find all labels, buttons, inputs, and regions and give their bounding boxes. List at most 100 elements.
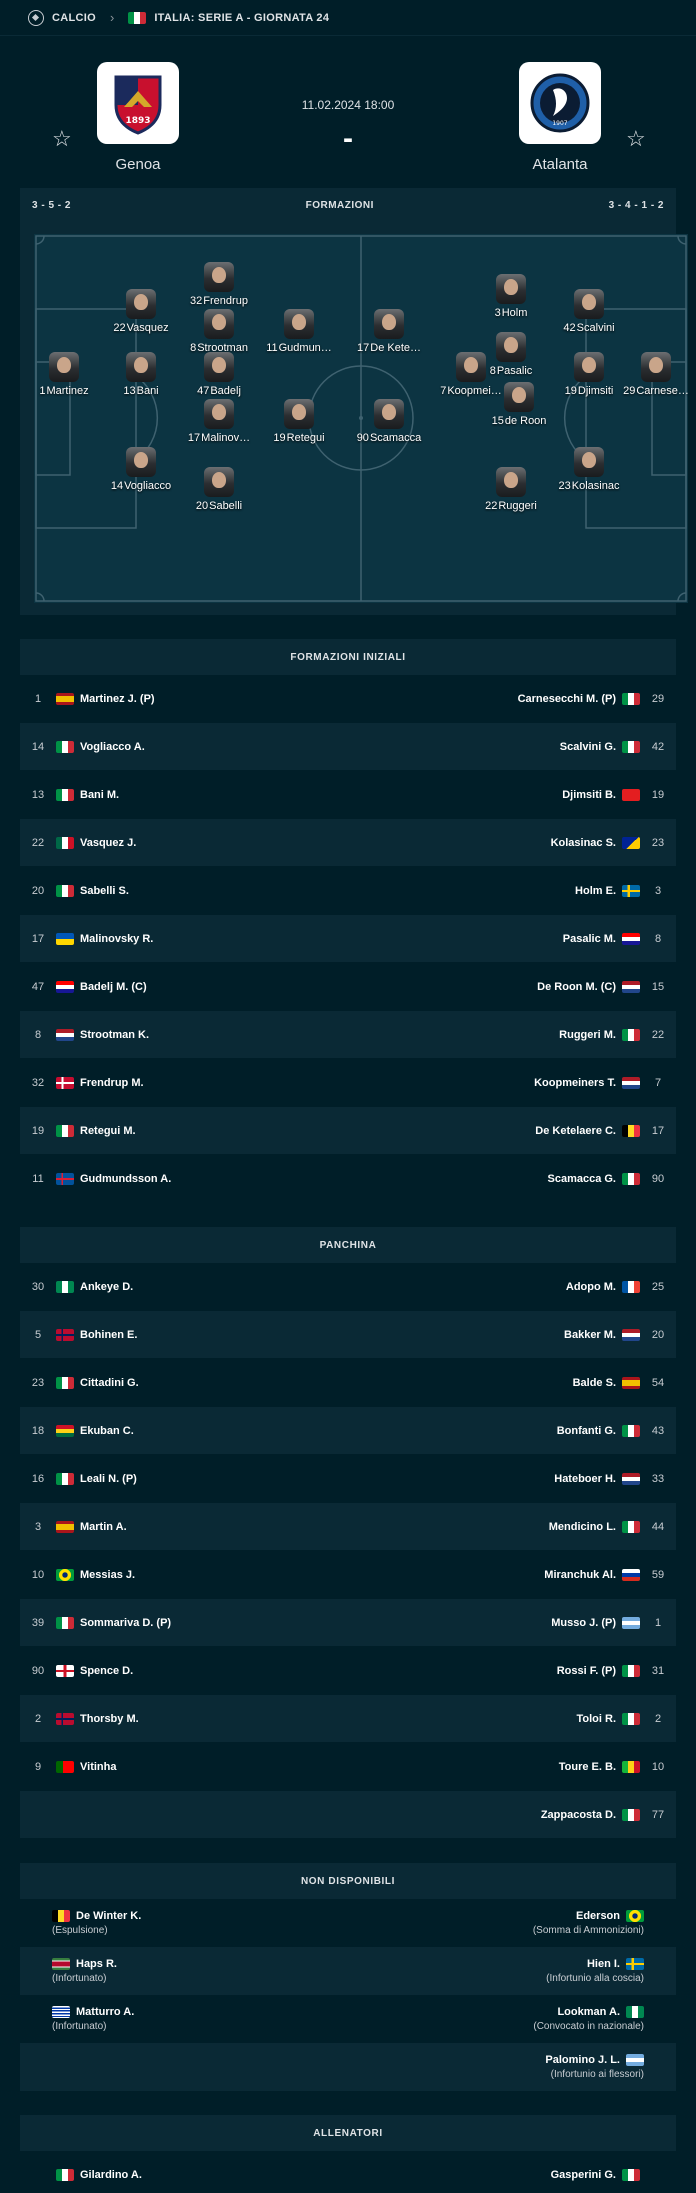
home-player-name[interactable]: Bani M. xyxy=(80,789,119,801)
away-player-name[interactable]: Bonfanti G. xyxy=(557,1425,616,1437)
home-player-name[interactable]: Badelj M. (C) xyxy=(80,981,147,993)
home-player: Vitinha xyxy=(56,1760,348,1773)
home-player-name[interactable]: Gudmundsson A. xyxy=(80,1173,171,1185)
home-player-name[interactable]: Vasquez J. xyxy=(80,837,136,849)
home-unavailable-player[interactable]: De Winter K. xyxy=(52,1910,348,1922)
away-player-name[interactable]: Pasalic M. xyxy=(563,933,616,945)
home-player: Retegui M. xyxy=(56,1124,348,1137)
away-unavailable-name[interactable]: Ederson xyxy=(576,1910,620,1922)
home-player-name[interactable]: Ekuban C. xyxy=(80,1425,134,1437)
home-unavailable-player[interactable]: Haps R. xyxy=(52,1958,348,1970)
away-player-name[interactable]: Zappacosta D. xyxy=(541,1809,616,1821)
player-photo xyxy=(574,352,604,382)
away-unavailable-player[interactable]: Hien I. xyxy=(348,1958,644,1970)
away-team[interactable]: 1907 Atalanta xyxy=(500,62,620,173)
away-unavailable-name[interactable]: Hien I. xyxy=(587,1958,620,1970)
home-unavailable-player[interactable]: Matturro A. xyxy=(52,2006,348,2018)
away-unavailable-player[interactable]: Ederson xyxy=(348,1910,644,1922)
home-player-name[interactable]: Sabelli S. xyxy=(80,885,129,897)
home-player-name[interactable]: Bohinen E. xyxy=(80,1329,137,1341)
away-player-name[interactable]: Kolasinac S. xyxy=(551,837,616,849)
away-player-name[interactable]: Toloi R. xyxy=(576,1713,616,1725)
away-player-name[interactable]: Miranchuk Al. xyxy=(544,1569,616,1581)
home-player-name[interactable]: Martin A. xyxy=(80,1521,127,1533)
away-player-name[interactable]: De Ketelaere C. xyxy=(535,1125,616,1137)
pitch-player-away[interactable]: 29Carnese… xyxy=(601,352,696,397)
home-coach[interactable]: Gilardino A. xyxy=(80,2169,142,2181)
pitch-player-away[interactable]: 15de Roon xyxy=(464,382,574,427)
player-photo xyxy=(496,467,526,497)
pitch-player-name: Scamacca xyxy=(369,432,422,444)
home-player-name[interactable]: Cittadini G. xyxy=(80,1377,139,1389)
bench-list: 30 Ankeye D. Adopo M. 25 5 Bohinen E. Bakker M… xyxy=(0,1263,696,1839)
away-unavailable-name[interactable]: Lookman A. xyxy=(557,2006,620,2018)
away-player-name[interactable]: Scalvini G. xyxy=(560,741,616,753)
away-player-name[interactable]: Musso J. (P) xyxy=(551,1617,616,1629)
away-player-name[interactable]: Rossi F. (P) xyxy=(557,1665,616,1677)
away-player-name[interactable]: Scamacca G. xyxy=(548,1173,617,1185)
home-player-name[interactable]: Sommariva D. (P) xyxy=(80,1617,171,1629)
home-player-name[interactable]: Vogliacco A. xyxy=(80,741,145,753)
away-player-name[interactable]: Adopo M. xyxy=(566,1281,616,1293)
away-player-number: 8 xyxy=(654,932,662,945)
home-unavailable-reason: (Infortunato) xyxy=(52,2021,107,2032)
home-player-name[interactable]: Leali N. (P) xyxy=(80,1473,137,1485)
home-player-name[interactable]: Thorsby M. xyxy=(80,1713,139,1725)
it-flag-icon xyxy=(56,1124,74,1137)
pitch-player-away[interactable]: 90Scamacca xyxy=(334,399,444,444)
es-flag-icon xyxy=(56,1520,74,1533)
home-player-name[interactable]: Messias J. xyxy=(80,1569,135,1581)
away-player-name[interactable]: Balde S. xyxy=(573,1377,616,1389)
away-player-name[interactable]: Hateboer H. xyxy=(554,1473,616,1485)
home-unavailable-name[interactable]: Matturro A. xyxy=(76,2006,134,2018)
away-player-name[interactable]: Djimsiti B. xyxy=(562,789,616,801)
away-player-name[interactable]: Holm E. xyxy=(575,885,616,897)
away-player: Koopmeiners T. xyxy=(348,1076,640,1089)
home-player-number: 5 xyxy=(34,1328,42,1341)
away-player: Holm E. xyxy=(348,884,640,897)
away-unavailable-reason: (Infortunio alla coscia) xyxy=(546,1973,644,1984)
away-player-name[interactable]: Carnesecchi M. (P) xyxy=(518,693,616,705)
pitch-player-name: Bani xyxy=(136,385,159,397)
away-player-name[interactable]: Bakker M. xyxy=(564,1329,616,1341)
pitch-player-away[interactable]: 42Scalvini xyxy=(534,289,644,334)
away-unavailable-name[interactable]: Palomino J. L. xyxy=(545,2054,620,2066)
pitch-player-away[interactable]: 17De Kete… xyxy=(334,309,444,354)
home-player-name[interactable]: Retegui M. xyxy=(80,1125,136,1137)
home-player-name[interactable]: Spence D. xyxy=(80,1665,133,1677)
pitch-player-away[interactable]: 22Ruggeri xyxy=(456,467,566,512)
home-team[interactable]: 1893 Genoa xyxy=(78,62,198,173)
home-player-name[interactable]: Ankeye D. xyxy=(80,1281,133,1293)
breadcrumb-sport[interactable]: CALCIO xyxy=(52,12,96,24)
pitch-player-home[interactable]: 20Sabelli xyxy=(164,467,274,512)
home-unavailable-name[interactable]: De Winter K. xyxy=(76,1910,141,1922)
home-player-name[interactable]: Malinovsky R. xyxy=(80,933,153,945)
away-player-name[interactable]: Toure E. B. xyxy=(559,1761,616,1773)
ua-flag-icon xyxy=(56,932,74,945)
favorite-away-star-icon[interactable]: ☆ xyxy=(626,126,646,152)
away-player-name[interactable]: De Roon M. (C) xyxy=(537,981,616,993)
pitch-player-name: Sabelli xyxy=(209,500,243,512)
player-photo xyxy=(284,399,314,429)
home-player-number: 3 xyxy=(34,1520,42,1533)
away-unavailable-player[interactable]: Palomino J. L. xyxy=(348,2054,644,2066)
player-photo xyxy=(204,399,234,429)
home-player-name[interactable]: Strootman K. xyxy=(80,1029,149,1041)
away-player-number: 90 xyxy=(651,1172,665,1185)
pitch-player-number: 22 xyxy=(113,322,126,334)
home-unavailable-name[interactable]: Haps R. xyxy=(76,1958,117,1970)
breadcrumb-competition[interactable]: ITALIA: SERIE A - GIORNATA 24 xyxy=(154,12,329,24)
away-player-name[interactable]: Koopmeiners T. xyxy=(534,1077,616,1089)
home-player-name[interactable]: Martinez J. (P) xyxy=(80,693,155,705)
away-unavailable-player[interactable]: Lookman A. xyxy=(348,2006,644,2018)
home-player-name[interactable]: Vitinha xyxy=(80,1761,116,1773)
away-player-name[interactable]: Ruggeri M. xyxy=(559,1029,616,1041)
bench-row: Zappacosta D. 77 xyxy=(20,1791,676,1839)
home-team-name: Genoa xyxy=(115,156,161,173)
pitch-player-home[interactable]: 47Badelj xyxy=(164,352,274,397)
home-player-name[interactable]: Frendrup M. xyxy=(80,1077,144,1089)
player-photo xyxy=(574,447,604,477)
away-coach[interactable]: Gasperini G. xyxy=(551,2169,616,2181)
home-player: Bani M. xyxy=(56,788,348,801)
away-player-name[interactable]: Mendicino L. xyxy=(549,1521,616,1533)
